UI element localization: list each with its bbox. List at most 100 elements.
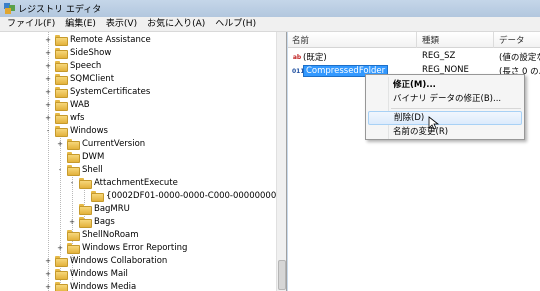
tree-item-label: Windows Collaboration [70,255,168,266]
tree-item-wab[interactable]: + WAB [44,98,90,111]
context-menu-modify-binary[interactable]: バイナリ データの修正(B)... [368,92,522,106]
context-menu-delete[interactable]: 削除(D) [368,111,522,125]
tree-scrollbar[interactable] [276,32,286,291]
expand-toggle [80,192,88,200]
tree-item-speech[interactable]: + Speech [44,59,101,72]
title-bar: レジストリ エディタ [0,0,540,17]
tree-item-label: Bags [94,216,115,227]
tree-item-label: Remote Assistance [70,34,151,45]
tree-item-label: Windows Mail [70,268,128,279]
context-menu-modify[interactable]: 修正(M)... [368,78,522,92]
folder-icon [55,269,68,280]
value-data: (値の設定な [499,53,540,63]
menu-help[interactable]: ヘルプ(H) [210,17,261,31]
menu-edit[interactable]: 編集(E) [60,17,101,31]
tree-item-wfs[interactable]: + wfs [44,111,84,124]
tree-scrollbar-thumb[interactable] [278,260,286,290]
tree-item-windows-media[interactable]: + Windows Media [44,280,136,291]
tree-item-systemcertificates[interactable]: + SystemCertificates [44,85,150,98]
expand-toggle[interactable]: + [44,283,52,291]
expand-toggle [68,205,76,213]
expand-toggle[interactable]: + [44,114,52,122]
folder-icon [55,100,68,111]
expand-toggle [56,153,64,161]
expand-toggle[interactable]: + [44,88,52,96]
expand-toggle[interactable]: + [68,218,76,226]
column-header-type[interactable]: 種類 [422,34,439,46]
expand-toggle [56,231,64,239]
folder-icon [55,74,68,85]
tree-item-attachmentexecute[interactable]: - AttachmentExecute [68,176,178,189]
tree-item-windows-error-reporting[interactable]: + Windows Error Reporting [56,241,187,254]
tree-item-label: ShellNoRoam [82,229,139,240]
tree-item-shell[interactable]: - Shell [56,163,103,176]
menu-file[interactable]: ファイル(F) [2,17,60,31]
folder-icon [67,230,80,241]
expand-toggle[interactable]: + [44,257,52,265]
folder-icon [55,35,68,46]
registry-tree-pane[interactable]: + Remote Assistance + SideShow + Speech … [0,32,287,291]
expand-toggle[interactable]: + [56,244,64,252]
tree-item-sqmclient[interactable]: + SQMClient [44,72,114,85]
tree-item-guid-key[interactable]: {0002DF01-0000-0000-C000-000000000046} [80,189,287,202]
folder-icon [67,139,80,150]
folder-open-icon [67,165,80,176]
tree-item-windows[interactable]: - Windows [44,124,108,137]
tree-item-remote-assistance[interactable]: + Remote Assistance [44,33,151,46]
tree-item-label: Windows Media [70,281,137,291]
folder-icon [91,191,104,202]
window-title: レジストリ エディタ [18,5,102,15]
tree-item-label: Windows Error Reporting [82,242,188,253]
expand-toggle[interactable]: + [44,49,52,57]
expand-toggle[interactable]: + [44,101,52,109]
expand-toggle[interactable]: + [44,62,52,70]
value-type: REG_SZ [422,51,456,61]
expand-toggle[interactable]: + [56,140,64,148]
mouse-cursor-icon [428,116,440,130]
tree-item-bagmru[interactable]: BagMRU [68,202,130,215]
tree-item-bags[interactable]: + Bags [68,215,115,228]
values-list-pane[interactable]: 名前 種類 データ ab(既定) REG_SZ (値の設定な 011Compre… [288,32,540,291]
context-menu: 修正(M)... バイナリ データの修正(B)... 削除(D) 名前の変更(R… [365,74,525,140]
menu-view[interactable]: 表示(V) [101,17,142,31]
tree-item-shellnoroam[interactable]: ShellNoRoam [56,228,139,241]
tree-item-label: BagMRU [94,203,130,214]
tree-item-windows-mail[interactable]: + Windows Mail [44,267,128,280]
tree-item-label: WAB [70,99,90,110]
expand-toggle[interactable]: + [44,75,52,83]
collapse-toggle[interactable]: - [44,127,52,135]
folder-icon [79,204,92,215]
tree-item-label: AttachmentExecute [94,177,178,188]
binary-value-icon: 011 [292,67,305,75]
folder-icon [55,87,68,98]
tree-item-label: Shell [82,164,103,175]
tree-item-label: DWM [82,151,105,162]
tree-item-label: CurrentVersion [82,138,146,149]
tree-item-sideshow[interactable]: + SideShow [44,46,111,59]
tree-item-windows-collaboration[interactable]: + Windows Collaboration [44,254,167,267]
menu-bar: ファイル(F) 編集(E) 表示(V) お気に入り(A) ヘルプ(H) [0,17,540,32]
expand-toggle[interactable]: + [44,270,52,278]
column-header-name[interactable]: 名前 [292,34,309,46]
column-divider[interactable] [493,32,494,48]
collapse-toggle[interactable]: - [56,166,64,174]
column-divider[interactable] [416,32,417,48]
expand-toggle[interactable]: + [44,36,52,44]
tree-item-label: {0002DF01-0000-0000-C000-000000000046} [106,190,287,201]
collapse-toggle[interactable]: - [68,179,76,187]
tree-item-dwm[interactable]: DWM [56,150,104,163]
menu-separator [391,108,521,109]
tree-item-label: wfs [70,112,85,123]
tree-item-label: SQMClient [70,73,115,84]
regedit-app-icon [4,3,15,14]
tree-item-label: Windows [70,125,108,136]
tree-item-currentversion[interactable]: + CurrentVersion [56,137,145,150]
folder-icon [55,113,68,124]
menu-favorites[interactable]: お気に入り(A) [142,17,210,31]
column-header-data[interactable]: データ [499,34,525,46]
value-row-default[interactable]: ab(既定) REG_SZ (値の設定な [288,50,540,63]
folder-icon [55,282,68,291]
context-menu-rename[interactable]: 名前の変更(R) [368,125,522,139]
folder-icon [67,243,80,254]
tree-item-label: Speech [70,60,102,71]
